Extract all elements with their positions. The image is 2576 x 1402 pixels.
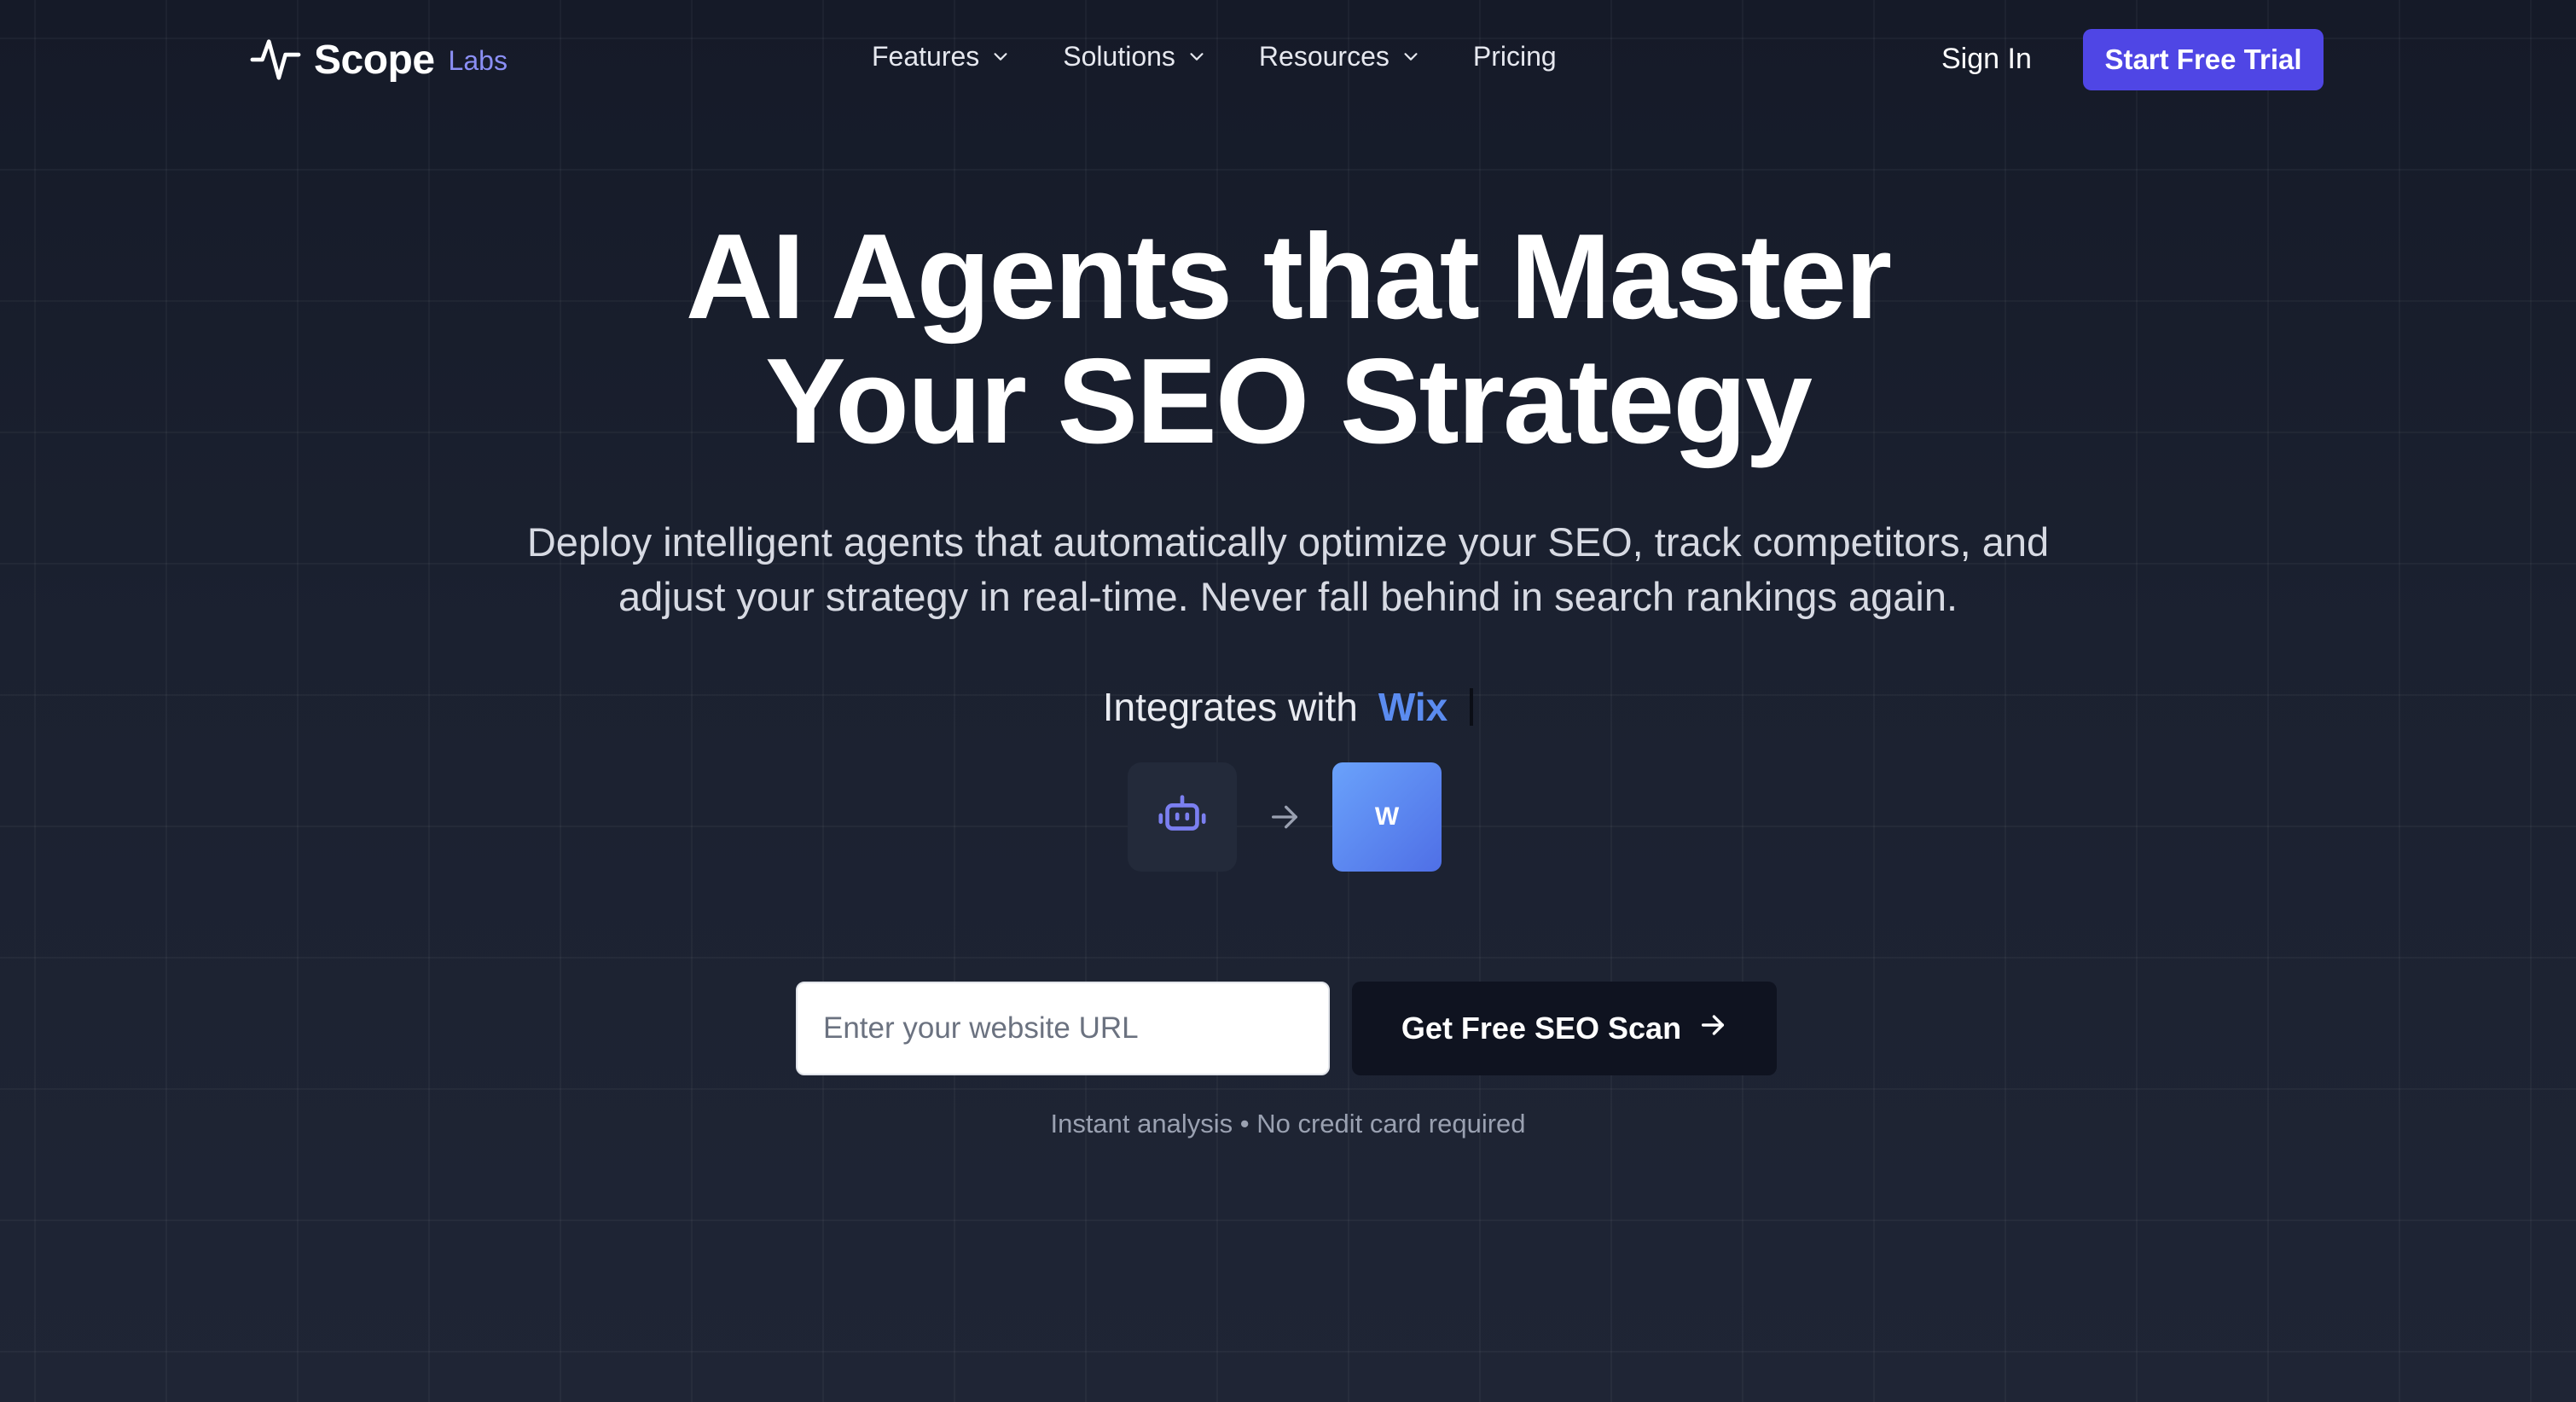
- nav-item-label: Pricing: [1472, 41, 1557, 72]
- sign-in-link[interactable]: Sign In: [1941, 43, 2032, 76]
- hero-title-line: AI Agents that Master: [685, 209, 1892, 345]
- hero-title-line: Your SEO Strategy: [765, 333, 1813, 469]
- nav-item-pricing[interactable]: Pricing: [1473, 41, 1557, 72]
- agent-tile: [1128, 762, 1237, 872]
- nav-menu: Features Solutions Resources Pricing: [872, 41, 1610, 72]
- nav-item-features[interactable]: Features: [872, 41, 1010, 72]
- logo[interactable]: Scope Labs: [249, 32, 508, 87]
- hero-subtitle-line: adjust your strategy in real-time. Never…: [618, 574, 1958, 619]
- chevron-down-icon: [1175, 41, 1206, 72]
- wix-tile: W: [1332, 762, 1442, 872]
- scan-button-label: Get Free SEO Scan: [1401, 1011, 1682, 1046]
- nav-item-label: Resources: [1258, 41, 1390, 72]
- start-free-trial-button[interactable]: Start Free Trial: [2083, 29, 2324, 90]
- hero-title: AI Agents that Master Your SEO Strategy: [0, 215, 2576, 464]
- hero-subtitle-line: Deploy intelligent agents that automatic…: [526, 519, 2050, 565]
- integrations-label: Integrates with: [1102, 685, 1358, 729]
- nav-item-label: Features: [872, 41, 980, 72]
- top-navigation: Scope Labs Features Solutions Resources …: [0, 0, 2576, 119]
- chevron-down-icon: [1390, 41, 1420, 72]
- integration-platform-name: Wix: [1378, 685, 1448, 729]
- integrations-heading: Integrates with Wix: [0, 684, 2576, 730]
- arrow-right-icon: [1237, 800, 1332, 834]
- typing-cursor: [1470, 688, 1474, 726]
- integration-diagram: W: [1128, 762, 1442, 872]
- hero-subtitle: Deploy intelligent agents that automatic…: [478, 515, 2098, 624]
- website-url-input[interactable]: [796, 982, 1330, 1075]
- brand-sub: Labs: [448, 44, 508, 76]
- scan-note: Instant analysis • No credit card requir…: [1050, 1109, 1526, 1138]
- arrow-right-icon: [1681, 1011, 1727, 1047]
- get-free-seo-scan-button[interactable]: Get Free SEO Scan: [1352, 982, 1777, 1075]
- nav-item-solutions[interactable]: Solutions: [1063, 41, 1206, 72]
- chevron-down-icon: [979, 41, 1010, 72]
- brand-name: Scope: [314, 37, 435, 83]
- pulse-logo-icon: [249, 32, 302, 89]
- nav-item-resources[interactable]: Resources: [1259, 41, 1420, 72]
- bot-icon: [1156, 789, 1209, 846]
- nav-item-label: Solutions: [1063, 41, 1175, 72]
